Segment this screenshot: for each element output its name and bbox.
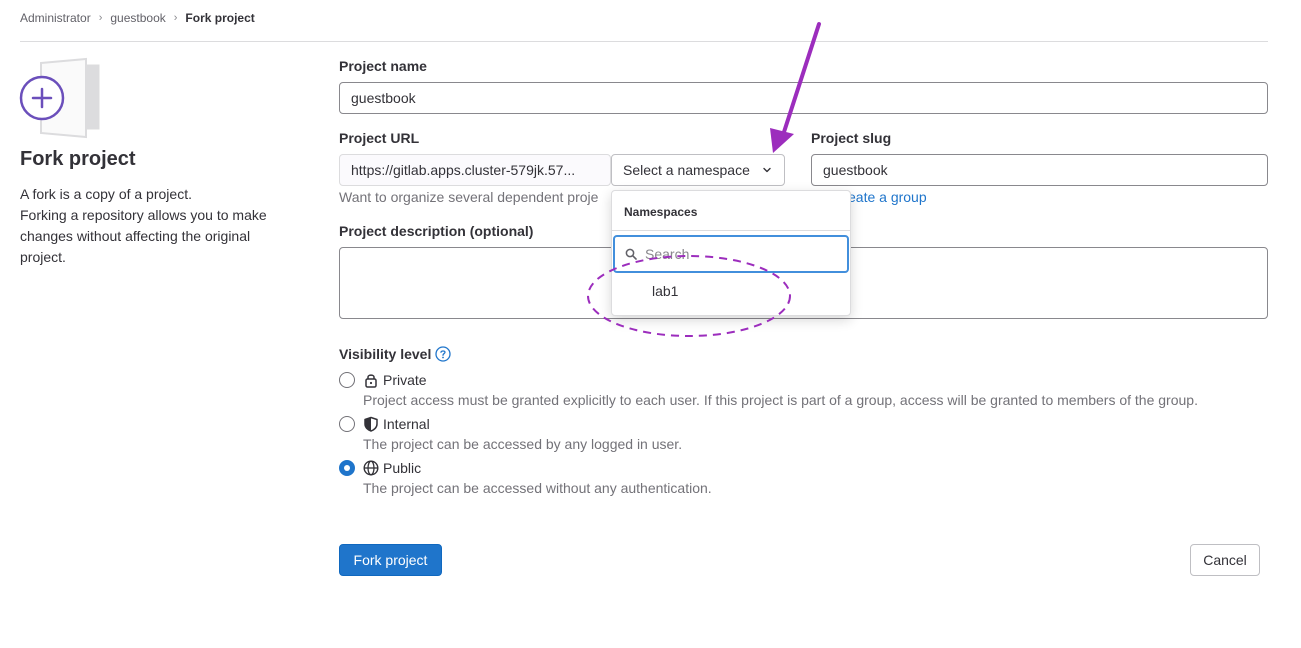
- project-name-input[interactable]: guestbook: [339, 82, 1268, 114]
- visibility-option-help: The project can be accessed without any …: [363, 480, 712, 496]
- chevron-right-icon: ›: [173, 12, 178, 24]
- namespace-select-label: Select a namespace: [623, 162, 750, 178]
- url-help-text: Want to organize several dependent proje: [339, 189, 599, 205]
- visibility-option-public[interactable]: Public: [363, 460, 421, 476]
- dropdown-header: Namespaces: [624, 205, 698, 219]
- namespace-select-button[interactable]: Select a namespace: [611, 154, 785, 186]
- visibility-option-label: Internal: [383, 416, 430, 432]
- breadcrumb-current[interactable]: Fork project: [185, 11, 254, 25]
- page-title: Fork project: [20, 148, 136, 170]
- breadcrumb-item-guestbook[interactable]: guestbook: [110, 11, 165, 25]
- visibility-option-help: The project can be accessed by any logge…: [363, 436, 683, 452]
- question-circle-icon[interactable]: [435, 346, 452, 362]
- fork-project-button[interactable]: Fork project: [339, 544, 442, 576]
- visibility-option-label: Public: [383, 460, 422, 476]
- visibility-radio-private[interactable]: [339, 372, 355, 388]
- project-description-label: Project description (optional): [339, 223, 534, 239]
- visibility-option-internal[interactable]: Internal: [363, 416, 430, 432]
- visibility-radio-internal[interactable]: [339, 416, 355, 432]
- description-line: A fork is a copy of a project.: [20, 186, 192, 202]
- visibility-level-text: Visibility level: [339, 346, 432, 362]
- namespace-search-field[interactable]: [613, 235, 849, 273]
- project-name-value: guestbook: [351, 90, 416, 106]
- create-group-link[interactable]: eate a group: [848, 189, 927, 205]
- chevron-right-icon: ›: [98, 12, 103, 24]
- dropdown-divider: [612, 230, 850, 231]
- globe-icon: [363, 460, 379, 476]
- visibility-level-label: Visibility level: [339, 346, 452, 362]
- breadcrumb: Administrator › guestbook › Fork project: [20, 10, 255, 26]
- cancel-button[interactable]: Cancel: [1190, 544, 1260, 576]
- lock-icon: [365, 374, 377, 388]
- project-url-label: Project URL: [339, 130, 420, 146]
- namespace-dropdown: Namespaces lab1: [611, 190, 851, 316]
- chevron-down-icon: [763, 167, 771, 173]
- fork-illustration-icon: [19, 57, 100, 139]
- project-url-prefix-text: https://gitlab.apps.cluster-579jk.57...: [351, 162, 576, 178]
- project-url-prefix: https://gitlab.apps.cluster-579jk.57...: [339, 154, 611, 186]
- annotation-arrowhead-icon: [770, 128, 794, 153]
- namespace-search-input[interactable]: [643, 245, 827, 263]
- description-line: project.: [20, 249, 66, 265]
- visibility-radio-public[interactable]: [339, 460, 355, 476]
- project-slug-input[interactable]: guestbook: [811, 154, 1268, 186]
- description-line: Forking a repository allows you to make: [20, 207, 267, 223]
- description-line: changes without affecting the original: [20, 228, 251, 244]
- breadcrumb-item-administrator[interactable]: Administrator: [20, 11, 91, 25]
- visibility-option-private[interactable]: Private: [363, 372, 427, 388]
- namespace-item-lab1[interactable]: lab1: [652, 283, 678, 299]
- visibility-option-help: Project access must be granted explicitl…: [363, 392, 1198, 408]
- shield-icon: [364, 416, 378, 432]
- header-divider: [20, 41, 1268, 42]
- search-icon: [625, 248, 637, 260]
- project-slug-label: Project slug: [811, 130, 892, 146]
- project-name-label: Project name: [339, 58, 427, 74]
- project-slug-value: guestbook: [823, 162, 888, 178]
- page-description: A fork is a copy of a project. Forking a…: [20, 184, 300, 268]
- visibility-option-label: Private: [383, 372, 427, 388]
